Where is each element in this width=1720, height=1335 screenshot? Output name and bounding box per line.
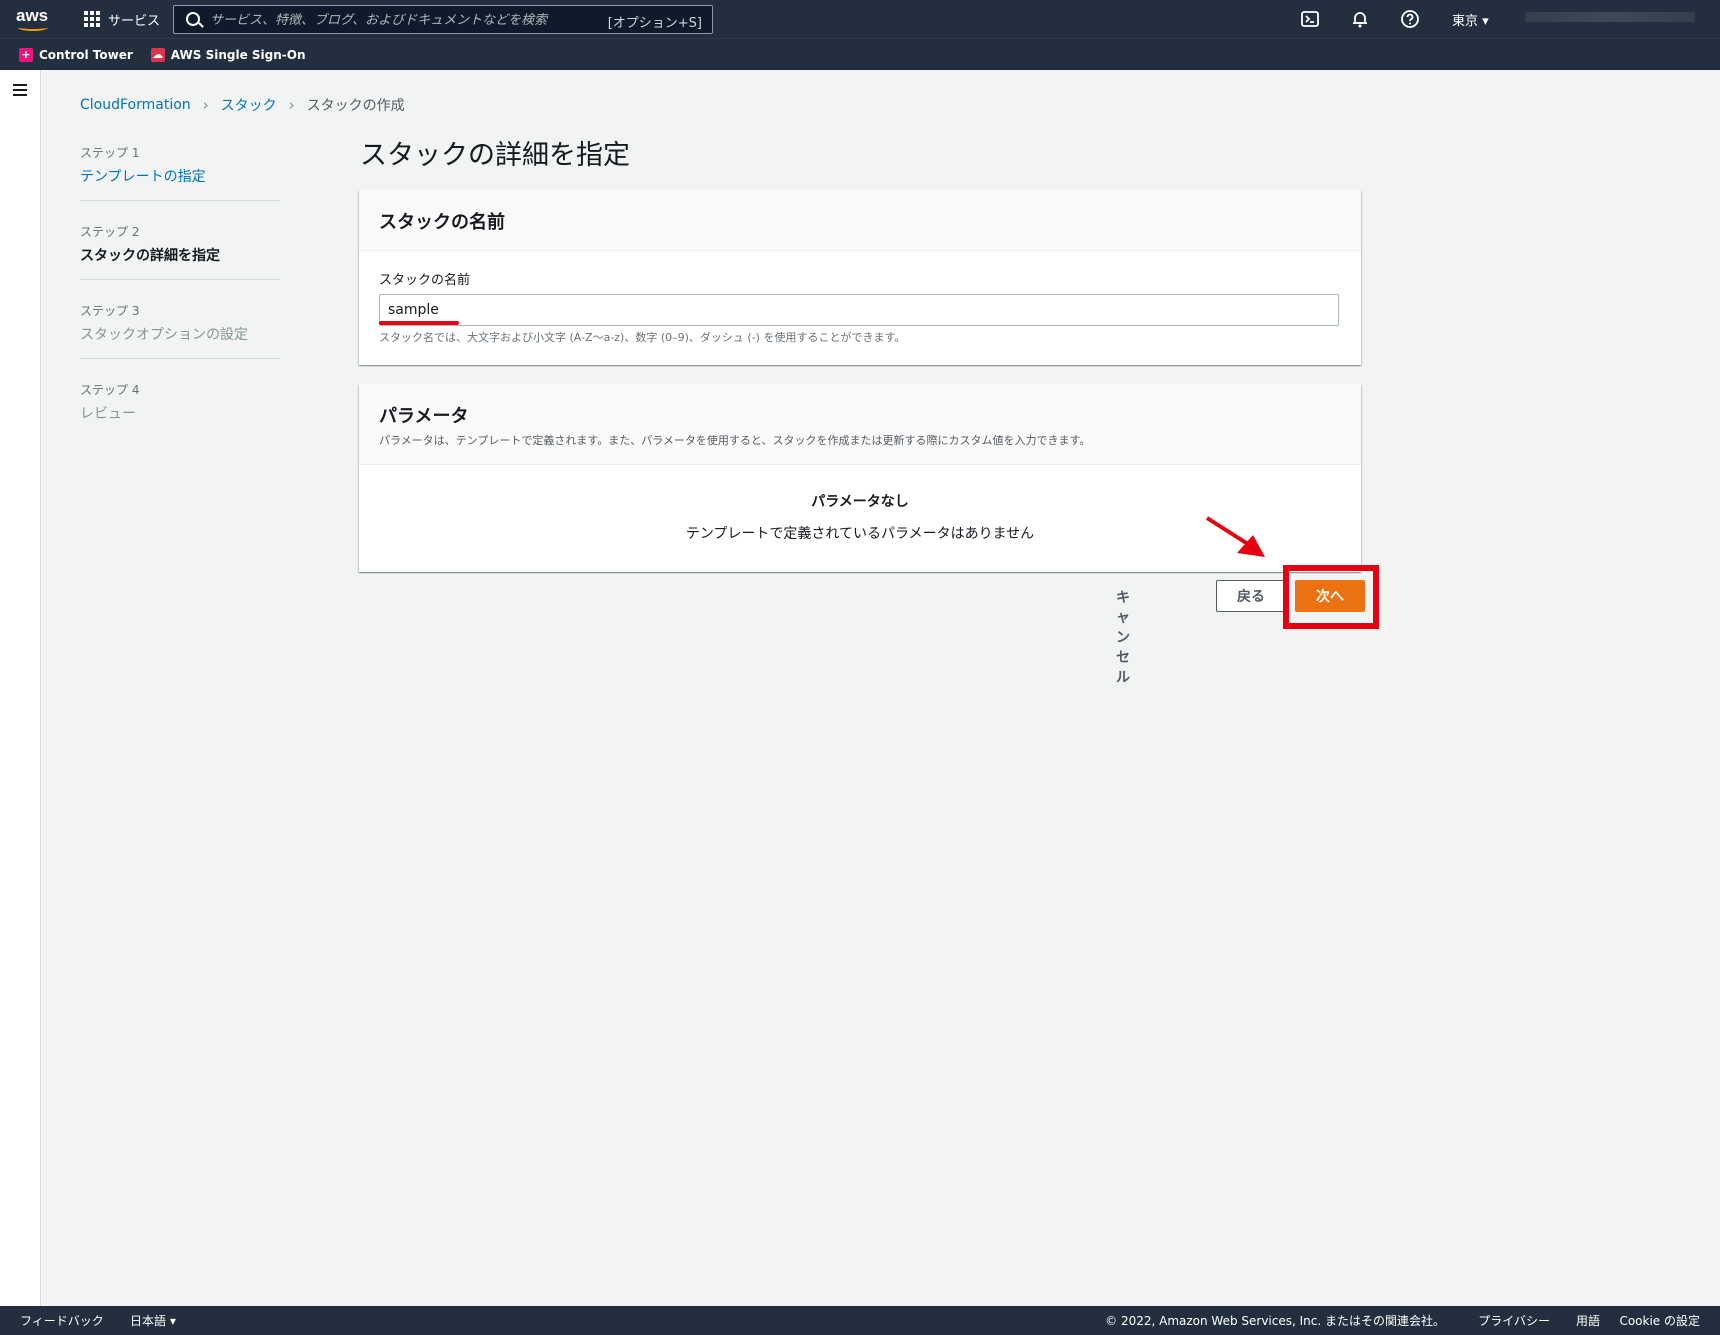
language-selector[interactable]: 日本語 ▾ [130, 1312, 176, 1329]
search-shortcut: [オプション+S] [607, 16, 702, 31]
card-header: パラメータ パラメータは、テンプレートで定義されます。また、パラメータを使用する… [359, 384, 1361, 465]
services-menu-button[interactable]: サービス [84, 0, 160, 38]
step-title-template[interactable]: テンプレートの指定 [80, 166, 280, 186]
empty-state-description: テンプレートで定義されているパラメータはありません [685, 526, 1035, 542]
annotation-underline [379, 321, 459, 325]
step-title-details: スタックの詳細を指定 [80, 248, 220, 264]
back-button[interactable]: 戻る [1216, 580, 1286, 612]
favorites-bar: + Control Tower ☁ AWS Single Sign-On [0, 38, 1720, 70]
breadcrumb-current: スタックの作成 [306, 98, 405, 114]
search-input[interactable] [210, 10, 590, 30]
aws-smile-icon [18, 24, 48, 31]
stack-name-label: スタックの名前 [379, 273, 471, 288]
card-header: スタックの名前 [359, 190, 1361, 251]
favorite-label: Control Tower [39, 47, 133, 62]
step-number: ステップ 4 [80, 383, 140, 397]
card-description: パラメータは、テンプレートで定義されます。また、パラメータを使用すると、スタック… [379, 434, 1091, 447]
empty-state-title: パラメータなし [811, 494, 909, 510]
help-icon[interactable] [1400, 9, 1420, 29]
search-bar[interactable]: [オプション+S] [173, 5, 713, 34]
privacy-link[interactable]: プライバシー [1478, 1312, 1550, 1329]
control-tower-icon: + [19, 47, 33, 62]
sso-icon: ☁ [150, 47, 165, 62]
breadcrumb: CloudFormation › スタック › スタックの作成 [80, 95, 405, 115]
stack-name-card: スタックの名前 スタックの名前 スタック名では、大文字および小文字 (A-Z〜a… [359, 190, 1361, 365]
wizard-step-4: ステップ 4 レビュー [80, 377, 280, 437]
chevron-right-icon: › [202, 96, 209, 114]
cookie-settings-link[interactable]: Cookie の設定 [1619, 1312, 1700, 1329]
step-number: ステップ 2 [80, 225, 140, 239]
favorite-control-tower[interactable]: + Control Tower [19, 47, 133, 62]
breadcrumb-stacks[interactable]: スタック [221, 95, 277, 115]
favorite-label: AWS Single Sign-On [170, 47, 306, 62]
step-title-options: スタックオプションの設定 [80, 327, 248, 343]
wizard-steps: ステップ 1 テンプレートの指定 ステップ 2 スタックの詳細を指定 ステップ … [80, 140, 280, 455]
grid-icon [84, 11, 100, 27]
aws-logo[interactable]: aws [16, 6, 52, 32]
cancel-button[interactable]: キャンセル [1116, 587, 1130, 687]
stack-name-hint: スタック名では、大文字および小文字 (A-Z〜a-z)、数字 (0–9)、ダッシ… [379, 331, 906, 344]
copyright-text: © 2022, Amazon Web Services, Inc. またはその関… [1105, 1314, 1445, 1328]
favorite-sso[interactable]: ☁ AWS Single Sign-On [150, 47, 306, 62]
wizard-step-3: ステップ 3 スタックオプションの設定 [80, 298, 280, 359]
card-title: パラメータ [379, 406, 469, 427]
step-number: ステップ 3 [80, 304, 140, 318]
bell-icon[interactable] [1350, 9, 1370, 29]
footer: フィードバック 日本語 ▾ © 2022, Amazon Web Service… [0, 1306, 1720, 1335]
top-nav: aws サービス [オプション+S] 東京 ▾ [0, 0, 1720, 38]
page-title: スタックの詳細を指定 [360, 140, 630, 171]
wizard-step-2: ステップ 2 スタックの詳細を指定 [80, 219, 280, 280]
annotation-arrow-icon [1205, 516, 1265, 557]
breadcrumb-cloudformation[interactable]: CloudFormation [80, 97, 191, 113]
step-title-review: レビュー [80, 406, 136, 422]
cloudshell-icon[interactable] [1300, 9, 1320, 29]
terms-link[interactable]: 用語 [1576, 1312, 1600, 1329]
region-selector[interactable]: 東京 ▾ [1452, 10, 1489, 29]
next-button[interactable]: 次へ [1295, 580, 1365, 612]
step-number: ステップ 1 [80, 146, 140, 160]
card-title: スタックの名前 [379, 212, 505, 233]
aws-logo-text: aws [16, 6, 49, 25]
side-nav-collapsed [0, 70, 41, 1306]
stack-name-input[interactable] [379, 294, 1339, 326]
search-icon [186, 12, 200, 26]
wizard-step-1: ステップ 1 テンプレートの指定 [80, 140, 280, 201]
feedback-link[interactable]: フィードバック [20, 1312, 104, 1329]
menu-icon[interactable] [13, 84, 27, 96]
chevron-right-icon: › [288, 96, 295, 114]
account-menu[interactable] [1525, 12, 1695, 22]
card-body: スタックの名前 スタック名では、大文字および小文字 (A-Z〜a-z)、数字 (… [359, 251, 1361, 365]
services-label: サービス [108, 13, 161, 29]
